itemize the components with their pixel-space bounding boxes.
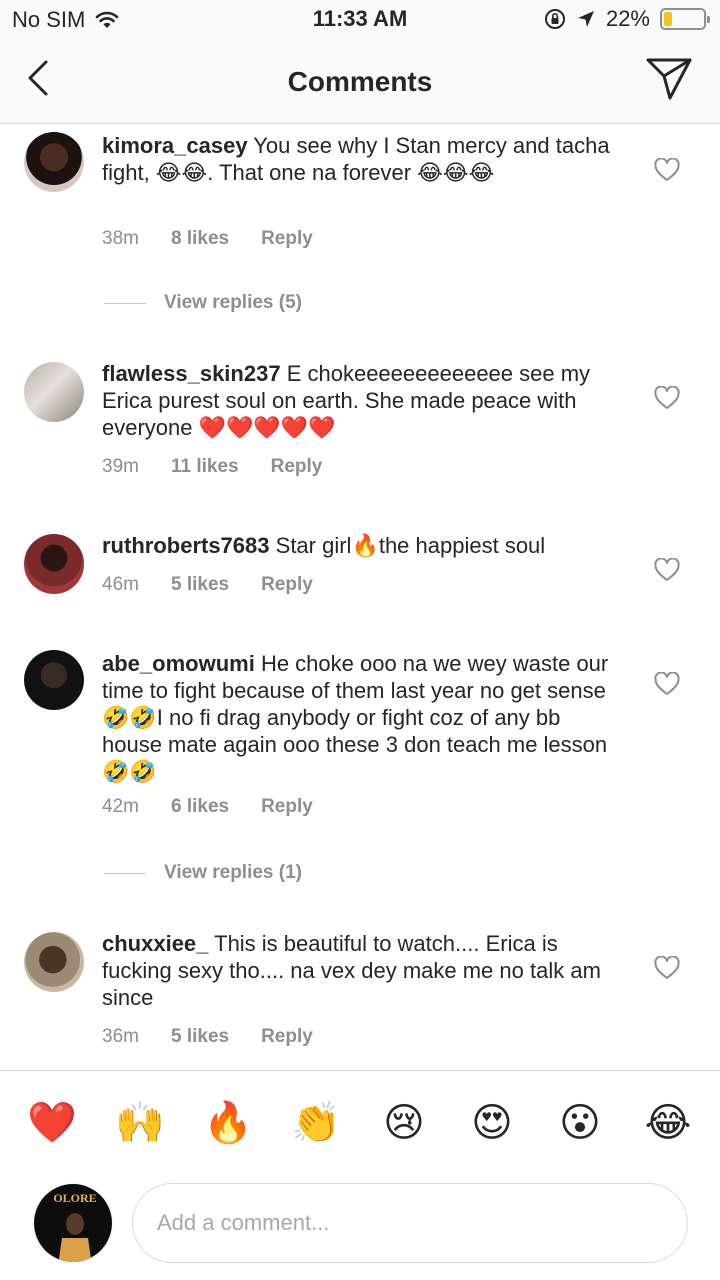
comment-composer: OLORE — [0, 1174, 720, 1280]
reply-button[interactable]: Reply — [261, 574, 313, 596]
user-avatar[interactable]: OLORE — [32, 1182, 114, 1264]
username[interactable]: abe_omowumi — [102, 651, 255, 676]
comment-time: 42m — [102, 796, 139, 817]
likes-count[interactable]: 11 likes — [171, 456, 239, 478]
emoji-red-heart[interactable]: ❤️ — [22, 1099, 82, 1146]
comment-meta: 42m 6 likes Reply — [102, 796, 313, 818]
comment-body: kimora_casey You see why I Stan mercy an… — [102, 132, 622, 186]
comment-text: Star girl🔥the happiest soul — [275, 533, 546, 558]
comment-time: 38m — [102, 228, 139, 249]
comment-time: 36m — [102, 1026, 139, 1047]
status-bar: No SIM 11:33 AM 22% — [0, 0, 720, 40]
likes-count[interactable]: 5 likes — [171, 1026, 229, 1048]
avatar[interactable] — [24, 132, 84, 192]
battery-icon — [660, 8, 710, 30]
heart-icon[interactable] — [654, 558, 680, 582]
likes-count[interactable]: 8 likes — [171, 228, 229, 250]
comment-meta: 38m 8 likes Reply — [102, 228, 313, 250]
location-arrow-icon — [577, 11, 594, 27]
view-replies-button[interactable]: View replies (1) — [104, 862, 302, 884]
divider — [104, 872, 146, 874]
comment-body: ruthroberts7683 Star girl🔥the happiest s… — [102, 532, 622, 559]
emoji-quick-bar: ❤️ 🙌 🔥 👏 😢 😍 😮 😂 — [0, 1070, 720, 1174]
emoji-raised-hands[interactable]: 🙌 — [110, 1099, 170, 1146]
comment-body: chuxxiee_ This is beautiful to watch....… — [102, 930, 622, 1011]
comment-time: 39m — [102, 456, 139, 477]
emoji-tears-of-joy[interactable]: 😂 — [638, 1100, 698, 1146]
username[interactable]: chuxxiee_ — [102, 931, 208, 956]
reply-button[interactable]: Reply — [261, 796, 313, 818]
comment-meta: 36m 5 likes Reply — [102, 1026, 313, 1048]
view-replies-button[interactable]: View replies (5) — [104, 292, 302, 314]
reply-button[interactable]: Reply — [261, 228, 313, 250]
avatar[interactable] — [24, 362, 84, 422]
view-replies-label: View replies (5) — [164, 292, 302, 313]
likes-count[interactable]: 6 likes — [171, 796, 229, 818]
divider — [104, 302, 146, 304]
reply-button[interactable]: Reply — [271, 456, 323, 478]
comment-body: abe_omowumi He choke ooo na we wey waste… — [102, 650, 622, 785]
username[interactable]: kimora_casey — [102, 133, 248, 158]
avatar[interactable] — [24, 932, 84, 992]
likes-count[interactable]: 5 likes — [171, 574, 229, 596]
emoji-clapping-hands[interactable]: 👏 — [286, 1099, 346, 1146]
avatar[interactable] — [24, 650, 84, 710]
emoji-fire[interactable]: 🔥 — [198, 1099, 258, 1146]
heart-icon[interactable] — [654, 956, 680, 980]
status-right: 22% — [544, 6, 710, 32]
emoji-heart-eyes[interactable]: 😍 — [462, 1100, 522, 1146]
comment-body: flawless_skin237 E chokeeeeeeeeeeeee see… — [102, 360, 622, 441]
rotation-lock-icon — [544, 9, 565, 29]
username[interactable]: ruthroberts7683 — [102, 533, 270, 558]
username[interactable]: flawless_skin237 — [102, 361, 281, 386]
view-replies-label: View replies (1) — [164, 862, 302, 883]
battery-percent: 22% — [605, 6, 650, 31]
avatar[interactable] — [24, 534, 84, 594]
comment-meta: 39m 11 likes Reply — [102, 456, 322, 478]
profile-picture: OLORE — [34, 1184, 112, 1262]
heart-icon[interactable] — [654, 672, 680, 696]
comment-meta: 46m 5 likes Reply — [102, 574, 313, 596]
comments-list[interactable]: kimora_casey You see why I Stan mercy an… — [0, 124, 720, 1070]
heart-icon[interactable] — [654, 158, 680, 182]
heart-icon[interactable] — [654, 386, 680, 410]
emoji-crying-face[interactable]: 😢 — [374, 1100, 434, 1146]
battery-level — [664, 12, 672, 26]
emoji-surprised-face[interactable]: 😮 — [550, 1100, 610, 1146]
direct-send-icon[interactable] — [644, 56, 694, 102]
svg-text:OLORE: OLORE — [53, 1191, 96, 1205]
comment-input[interactable] — [132, 1183, 688, 1263]
header: Comments — [0, 40, 720, 124]
page-title: Comments — [287, 66, 433, 97]
reply-button[interactable]: Reply — [261, 1026, 313, 1048]
comment-time: 46m — [102, 574, 139, 595]
